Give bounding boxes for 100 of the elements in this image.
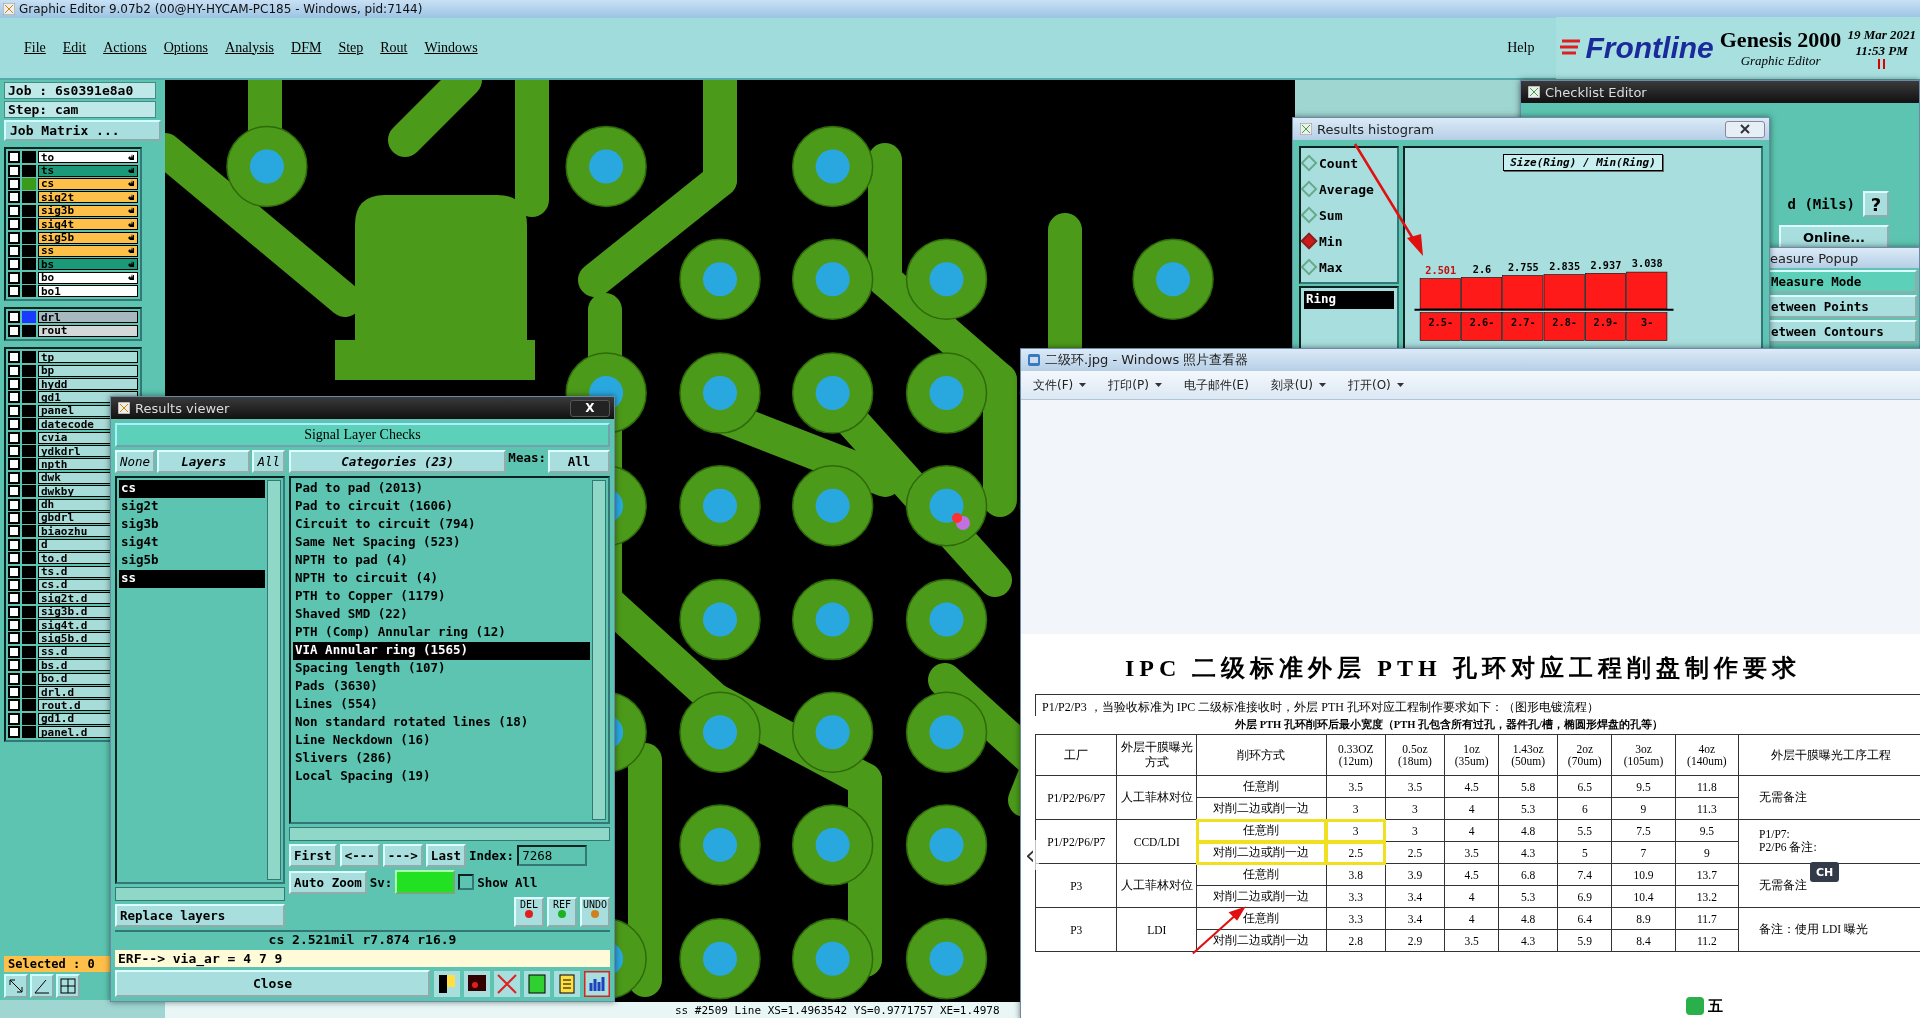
- categories-header-button[interactable]: Categories (23): [289, 450, 507, 473]
- help-button[interactable]: ?: [1863, 191, 1889, 217]
- menu-item[interactable]: 打开(O): [1348, 376, 1404, 394]
- layer-tag[interactable]: bs: [38, 258, 138, 271]
- measure-mode-option[interactable]: etween Contours: [1768, 320, 1917, 343]
- show-all-checkbox[interactable]: [458, 874, 475, 890]
- layer-checkbox[interactable]: [8, 525, 20, 538]
- layer-list-item[interactable]: ss: [119, 570, 265, 588]
- menu-item[interactable]: Rout: [380, 40, 408, 56]
- action-button[interactable]: DEL: [514, 897, 544, 927]
- category-list-item[interactable]: Local Spacing (19): [293, 768, 590, 786]
- layer-tag[interactable]: sig3b: [38, 204, 138, 217]
- layer-checkbox[interactable]: [8, 271, 20, 284]
- severity-color-dropdown[interactable]: [395, 870, 456, 894]
- menu-item[interactable]: Step: [338, 40, 364, 56]
- layer-checkbox[interactable]: [8, 498, 20, 511]
- layer-checkbox[interactable]: [8, 151, 20, 164]
- menu-item[interactable]: 文件(F): [1033, 376, 1087, 394]
- layer-checkbox[interactable]: [8, 458, 20, 471]
- layer-checkbox[interactable]: [8, 565, 20, 578]
- layer-checkbox[interactable]: [8, 699, 20, 712]
- scrollbar[interactable]: [592, 480, 606, 820]
- layer-tag[interactable]: drl: [38, 311, 138, 324]
- mode-radio[interactable]: Count: [1303, 150, 1395, 176]
- layer-checkbox[interactable]: [8, 445, 20, 457]
- numbers-tool-icon[interactable]: [524, 970, 550, 997]
- layer-checkbox[interactable]: [8, 645, 20, 658]
- histogram-tool-icon[interactable]: [584, 970, 610, 997]
- layer-checkbox[interactable]: [8, 552, 20, 565]
- category-list-item[interactable]: Slivers (286): [293, 750, 590, 768]
- layer-tag[interactable]: rout: [38, 324, 138, 337]
- layer-checkbox[interactable]: [8, 324, 20, 337]
- layer-tag[interactable]: tp: [38, 351, 138, 364]
- layer-filter-button[interactable]: All: [252, 450, 285, 473]
- field-list-item[interactable]: Ring: [1304, 291, 1394, 309]
- layer-checkbox[interactable]: [8, 672, 20, 685]
- layer-list-item[interactable]: cs: [119, 480, 265, 498]
- close-button[interactable]: X: [570, 399, 610, 417]
- action-button[interactable]: REF: [547, 897, 577, 927]
- layer-checkbox[interactable]: [8, 605, 20, 618]
- layer-checkbox[interactable]: [8, 471, 20, 484]
- close-button[interactable]: Close: [115, 970, 430, 997]
- layer-tag[interactable]: ss: [38, 244, 138, 257]
- layer-tag[interactable]: bo1: [38, 285, 138, 298]
- layer-tag[interactable]: bp: [38, 364, 138, 377]
- category-list-item[interactable]: NPTH to circuit (4): [293, 570, 590, 588]
- layer-tag[interactable]: sig5b: [38, 231, 138, 244]
- mode-radio[interactable]: Max: [1303, 254, 1395, 280]
- menu-item[interactable]: Edit: [62, 40, 87, 56]
- scrollbar[interactable]: [289, 827, 610, 841]
- zoom-mode-dropdown[interactable]: Auto Zoom: [289, 870, 367, 894]
- layer-filter-button[interactable]: Layers: [157, 450, 251, 473]
- layer-tag[interactable]: sig2t: [38, 191, 138, 204]
- layer-checkbox[interactable]: [8, 164, 20, 177]
- layer-checkbox[interactable]: [8, 712, 20, 725]
- category-list-item[interactable]: Shaved SMD (22): [293, 606, 590, 624]
- navigation-button[interactable]: --->: [382, 844, 423, 867]
- category-list-item[interactable]: VIA Annular ring (1565): [293, 642, 590, 660]
- layer-checkbox[interactable]: [8, 726, 20, 739]
- language-indicator[interactable]: CH: [1810, 862, 1840, 882]
- category-list-item[interactable]: Line Neckdown (16): [293, 732, 590, 750]
- layer-tag[interactable]: hydd: [38, 378, 138, 391]
- meas-dropdown[interactable]: All: [548, 450, 610, 473]
- layer-filter-button[interactable]: None: [115, 450, 156, 473]
- grid-tool-icon[interactable]: [56, 974, 80, 998]
- angle-tool-icon[interactable]: [30, 974, 54, 998]
- layer-tag[interactable]: ts: [38, 164, 138, 177]
- document-tool-icon[interactable]: [554, 970, 580, 997]
- layer-checkbox[interactable]: [8, 686, 20, 699]
- navigation-button[interactable]: Last: [425, 844, 466, 867]
- layer-checkbox[interactable]: [8, 511, 20, 524]
- category-list-item[interactable]: Circuit to circuit (794): [293, 516, 590, 534]
- menu-item[interactable]: Options: [163, 40, 209, 56]
- category-list-item[interactable]: Pads (3630): [293, 678, 590, 696]
- category-list-item[interactable]: Same Net Spacing (523): [293, 534, 590, 552]
- layer-checkbox[interactable]: [8, 191, 20, 204]
- navigation-button[interactable]: <---: [339, 844, 380, 867]
- layer-checkbox[interactable]: [8, 285, 20, 298]
- layer-checkbox[interactable]: [8, 391, 20, 404]
- category-list-item[interactable]: Pad to pad (2013): [293, 480, 590, 498]
- layer-checkbox[interactable]: [8, 258, 20, 271]
- layer-checkbox[interactable]: [8, 619, 20, 632]
- layer-checkbox[interactable]: [8, 431, 20, 444]
- layer-tag[interactable]: to: [38, 151, 138, 164]
- layer-checkbox[interactable]: [8, 404, 20, 417]
- replace-mode-dropdown[interactable]: Replace layers: [115, 904, 285, 927]
- navigation-button[interactable]: First: [289, 844, 337, 867]
- category-list-item[interactable]: Spacing length (107): [293, 660, 590, 678]
- report-tool-icon[interactable]: [434, 970, 460, 997]
- layer-checkbox[interactable]: [8, 364, 20, 377]
- category-list-item[interactable]: Non standard rotated lines (18): [293, 714, 590, 732]
- layer-checkbox[interactable]: [8, 244, 20, 257]
- menu-item[interactable]: 打印(P): [1108, 376, 1162, 394]
- category-list-item[interactable]: PTH to Copper (1179): [293, 588, 590, 606]
- menu-item[interactable]: 电子邮件(E): [1183, 376, 1249, 394]
- menu-item[interactable]: DFM: [291, 40, 322, 56]
- layer-checkbox[interactable]: [8, 592, 20, 605]
- layer-tag[interactable]: cs: [38, 177, 138, 190]
- menu-item[interactable]: Windows: [424, 40, 478, 56]
- mode-radio[interactable]: Min: [1303, 228, 1395, 254]
